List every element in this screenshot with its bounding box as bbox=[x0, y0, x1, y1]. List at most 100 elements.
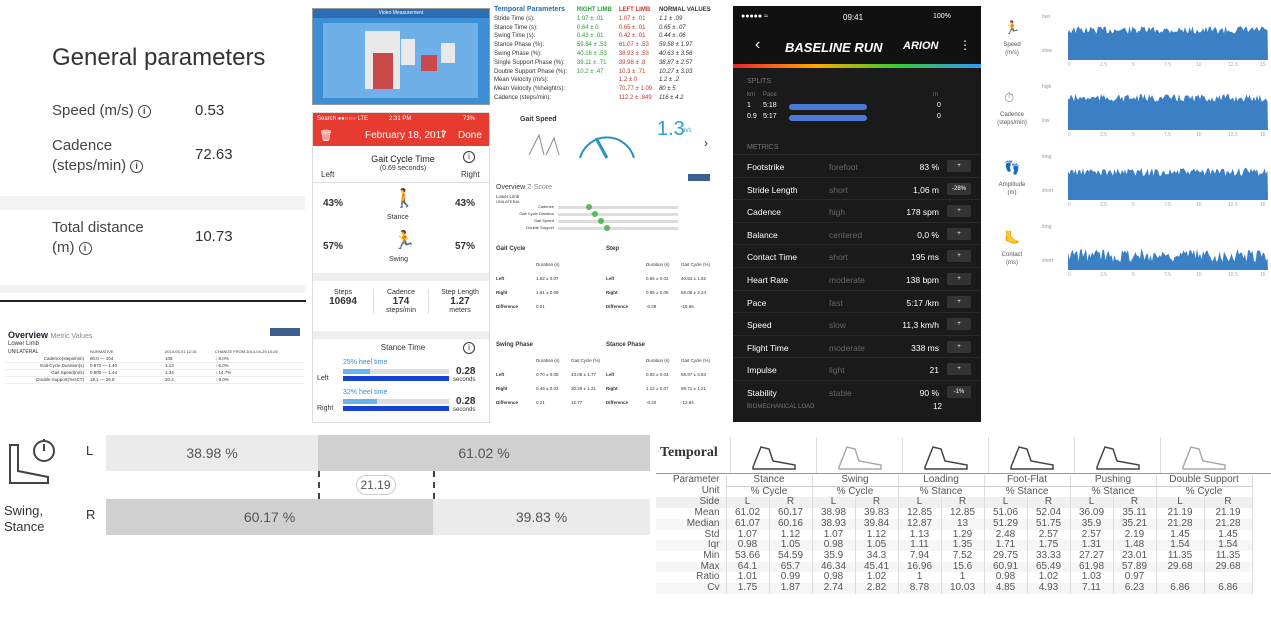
ov-col-date: 2014-05-01 12:16 bbox=[165, 349, 197, 354]
ov-col-change: CHANGE FROM 2014-04-29 10:26 bbox=[215, 349, 278, 354]
col-name: Double Support bbox=[1156, 474, 1253, 487]
metric-badge[interactable]: -1% bbox=[947, 385, 971, 398]
col-duration: Duration (s) bbox=[536, 358, 560, 363]
metric-qual: centered bbox=[829, 229, 863, 240]
info-icon[interactable]: i bbox=[137, 104, 151, 118]
box-cell: 59.09 ± 2.24 bbox=[681, 290, 706, 295]
tick-label: 10 bbox=[1196, 202, 1202, 208]
stance-value-2: 0.28 bbox=[456, 396, 476, 407]
box-cell: Difference bbox=[496, 400, 519, 405]
swing-right: 57% bbox=[455, 241, 476, 252]
tp-cell: Mean Velocity (m/s): bbox=[494, 77, 549, 84]
metric-row[interactable]: Stride Length short 1,06 m -28% bbox=[733, 176, 981, 200]
metric-badge[interactable]: -28% bbox=[947, 182, 971, 195]
info-icon[interactable]: i bbox=[463, 151, 475, 163]
tp-cell: Stance Time (s): bbox=[494, 24, 538, 31]
more-icon[interactable]: ⋮ bbox=[959, 38, 971, 52]
info-icon[interactable]: i bbox=[463, 342, 475, 354]
signal-trace bbox=[1068, 168, 1268, 200]
done-button[interactable]: Done bbox=[458, 130, 482, 141]
tp-cell: 70.77 ± 1.09 bbox=[618, 86, 653, 93]
metric-badge[interactable]: + bbox=[947, 250, 971, 263]
metric-row[interactable]: Flight Time moderate 338 ms + bbox=[733, 334, 981, 358]
tp-row: Cadence (steps/min): 112.2 ± .849 116 ± 4.… bbox=[492, 94, 717, 103]
split-km: 1 bbox=[747, 102, 751, 109]
right-label: Right bbox=[461, 170, 480, 179]
metric-qual: light bbox=[829, 365, 845, 376]
metric-row[interactable]: Speed slow 11,3 km/h + bbox=[733, 312, 981, 335]
step-box: Step Duration (s) Gait Cycle (%) Left 0.66 ±… bbox=[606, 246, 714, 326]
metric-badge[interactable]: + bbox=[947, 272, 971, 285]
phase-shoe-icon bbox=[988, 437, 1054, 473]
metric-badge[interactable]: + bbox=[947, 363, 971, 376]
gait-speed-value: 1.3 bbox=[657, 118, 685, 140]
tp-cell: Double Support Phase (%): bbox=[494, 68, 568, 75]
metric-row[interactable]: Heart Rate moderate 138 bpm + bbox=[733, 266, 981, 290]
metric-row[interactable]: Cadence high 178 spm + bbox=[733, 199, 981, 222]
overview-row: Gait Cycle Duration(s) 0.870 — 1.40 1.13 ↓ … bbox=[4, 363, 304, 370]
box-cell: Difference bbox=[496, 304, 519, 309]
back-icon[interactable]: ‹ bbox=[755, 36, 760, 54]
metric-row[interactable]: Footstrike forefoot 83 % + bbox=[733, 154, 981, 177]
tp-cell: Stance Phase (%): bbox=[494, 42, 545, 49]
tp-cell: 80 ± 5 bbox=[658, 86, 676, 93]
cadence-block: Cadence 174 steps/min bbox=[373, 289, 429, 314]
box-title: Gait Cycle bbox=[496, 246, 526, 252]
metric-badge[interactable]: + bbox=[947, 227, 971, 240]
share-icon[interactable]: ⇪ bbox=[439, 129, 447, 140]
tp-header: RIGHT LIMB bbox=[576, 7, 612, 13]
metric-badge[interactable]: + bbox=[947, 340, 971, 353]
heel-track-1 bbox=[343, 369, 449, 374]
metric-badge[interactable]: + bbox=[947, 205, 971, 218]
ov-title: Overview Z-Score bbox=[496, 184, 553, 191]
left-label: Left bbox=[321, 170, 335, 179]
box-cell: 1.12 ± 0.07 bbox=[646, 386, 669, 391]
metric-row[interactable]: Pace fast 5:17 /km + bbox=[733, 289, 981, 313]
overview-rows: Cadence(steps/min) 80.0 — 104 108 ↓ 8.0% Gai… bbox=[4, 356, 304, 384]
tp-cell bbox=[575, 94, 617, 103]
tp-row: Mean Velocity (%height/s): 70.77 ± 1.09 80… bbox=[492, 85, 717, 94]
metric-row[interactable]: Contact Time short 195 ms + bbox=[733, 244, 981, 267]
chevron-right-icon[interactable]: › bbox=[704, 136, 708, 150]
tick-label: 15 bbox=[1260, 62, 1266, 68]
info-icon[interactable]: i bbox=[78, 241, 92, 255]
row-label: Cv bbox=[656, 582, 727, 594]
metric-badge[interactable]: + bbox=[947, 295, 971, 308]
box-cell: -0.29 bbox=[646, 304, 657, 309]
zscore-label: Cadence bbox=[537, 204, 554, 209]
metric-row[interactable]: Balance centered 0,0 % + bbox=[733, 221, 981, 245]
tp-row: Double Support Phase (%): 10.2 ± .47 10.3 … bbox=[492, 68, 717, 77]
metric-row[interactable]: Impulse light 21 + bbox=[733, 357, 981, 380]
box-cell: Right bbox=[496, 386, 508, 391]
tp-cell: 0.65 ± .07 bbox=[658, 24, 686, 31]
box-cell: Left bbox=[606, 276, 615, 281]
metric-row[interactable]: Stability stable 90 % -1% bbox=[733, 379, 981, 403]
info-icon[interactable]: i bbox=[130, 159, 144, 173]
zscore-track bbox=[558, 213, 678, 216]
seconds-label: seconds bbox=[453, 377, 476, 383]
divider bbox=[313, 273, 489, 281]
swing-phase-box: Swing Phase Duration (s) Gait Cycle (%) Lef… bbox=[496, 342, 601, 422]
tp-cell: 0.64 ± 0 bbox=[576, 24, 599, 31]
right-label: Right bbox=[317, 405, 334, 412]
metric-qual: stable bbox=[829, 387, 852, 398]
metric-name: Heart Rate bbox=[747, 274, 789, 285]
tp-cell: 39.11 ± .71 bbox=[576, 59, 607, 66]
signal-contact: 🦶 Contact (ms) long short 0 2.5 5 7.5 10 12.5 15 bbox=[988, 216, 1271, 282]
zscore-dot bbox=[586, 204, 592, 210]
col-duration: Duration (s) bbox=[646, 262, 670, 267]
col-unit: % Cycle bbox=[726, 486, 813, 498]
trash-icon[interactable]: 🗑 bbox=[319, 129, 333, 142]
tick-label: 7.5 bbox=[1164, 202, 1171, 208]
view-toggle[interactable] bbox=[270, 328, 300, 336]
view-toggle[interactable] bbox=[688, 174, 710, 181]
stance-bar-1 bbox=[343, 376, 449, 381]
tp-row: Swing Time (s): 0.43 ± .01 0.42 ± .01 0.44 … bbox=[492, 32, 717, 41]
tp-cell: 1.07 ± .01 bbox=[618, 15, 646, 22]
metric-badge[interactable]: + bbox=[947, 318, 971, 331]
metric-badge[interactable]: + bbox=[947, 160, 971, 172]
metric-value: 195 ms bbox=[911, 252, 939, 263]
box-cell: Right bbox=[606, 290, 618, 295]
stats-grid: Parameter Stance Swing Loading Foot-Flat Push… bbox=[656, 474, 1253, 594]
trace-area bbox=[1068, 94, 1268, 130]
